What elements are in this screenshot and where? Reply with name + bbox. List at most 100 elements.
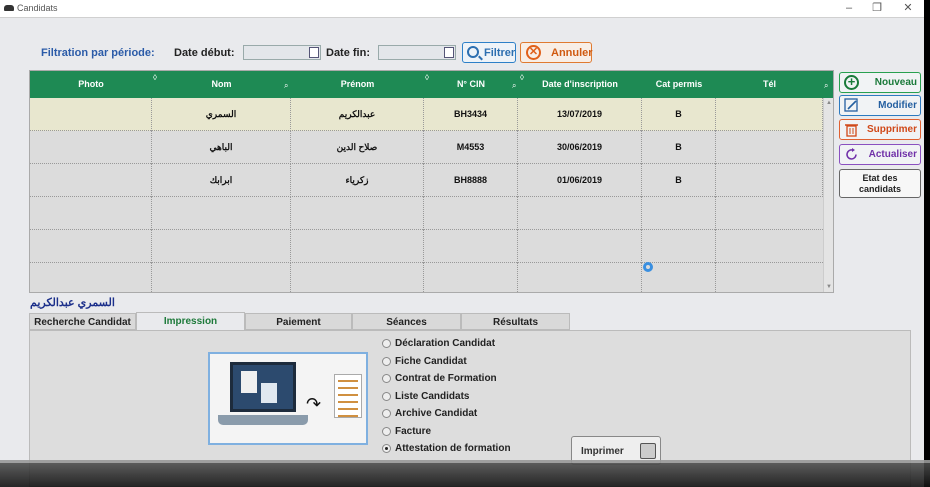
paper-icon	[334, 374, 362, 418]
cell-cin: BH8888	[424, 164, 518, 197]
column-header-cat-permis[interactable]: Cat permis	[642, 71, 716, 98]
table-row[interactable]: ابرابك زكرياء BH8888 01/06/2019 B	[30, 164, 823, 197]
search-icon[interactable]: ⌕	[512, 81, 516, 91]
tab-seances[interactable]: Séances	[352, 313, 461, 330]
cell-prenom: عبدالكريم	[291, 98, 424, 131]
cell-empty	[424, 197, 518, 230]
cell-prenom: صلاح الدين	[291, 131, 424, 164]
calendar-icon[interactable]	[444, 47, 454, 58]
restore-icon[interactable]: ❐	[869, 2, 885, 15]
cell-empty	[424, 263, 518, 292]
table-row-empty[interactable]	[30, 263, 823, 292]
selected-candidate-name: السمري عبدالكريم	[30, 297, 115, 309]
cell-date: 01/06/2019	[518, 164, 642, 197]
cell-cin: M4553	[424, 131, 518, 164]
tab-resultats[interactable]: Résultats	[461, 313, 570, 330]
radio-button[interactable]	[382, 339, 391, 348]
cell-empty	[642, 230, 716, 263]
print-illustration: ↷	[208, 352, 368, 445]
option-label: Liste Candidats	[395, 391, 470, 402]
minimize-icon[interactable]: –	[841, 2, 857, 15]
cell-empty	[424, 230, 518, 263]
plus-icon: +	[844, 75, 859, 90]
filter-period-label: Filtration par période:	[41, 47, 155, 59]
cell-empty	[642, 197, 716, 230]
supprimer-button[interactable]: Supprimer	[839, 119, 921, 140]
column-header-cin[interactable]: N° CIN	[424, 71, 518, 98]
cell-empty	[30, 263, 152, 292]
cell-nom: الباهي	[152, 131, 291, 164]
cell-empty	[518, 230, 642, 263]
filtrer-label: Filtrer	[484, 47, 516, 59]
column-header-photo[interactable]: Photo	[30, 71, 152, 98]
table-row[interactable]: السمري عبدالكريم BH3434 13/07/2019 B	[30, 98, 823, 131]
radio-button[interactable]	[382, 392, 391, 401]
search-icon[interactable]: ⌕	[284, 81, 288, 91]
column-header-prenom[interactable]: Prénom	[291, 71, 424, 98]
radio-button[interactable]	[382, 357, 391, 366]
annuler-label: Annuler	[551, 47, 593, 59]
column-header-date[interactable]: Date d'inscription	[518, 71, 642, 98]
supprimer-label: Supprimer	[866, 124, 917, 135]
filtrer-button[interactable]: Filtrer	[462, 42, 516, 63]
actualiser-label: Actualiser	[868, 149, 917, 160]
search-icon[interactable]: ⌕	[824, 81, 828, 91]
cell-empty	[518, 197, 642, 230]
cell-cat: B	[642, 164, 716, 197]
candidates-table[interactable]: Photo ◊ Nom ⌕ Prénom ◊ N° CIN ⌕ ◊ Date d…	[29, 70, 834, 293]
cell-nom: ابرابك	[152, 164, 291, 197]
radio-button[interactable]	[382, 374, 391, 383]
date-debut-field[interactable]	[243, 45, 321, 60]
radio-button-selected[interactable]	[382, 444, 391, 453]
imprimer-label: Imprimer	[581, 446, 624, 457]
table-row-empty[interactable]	[30, 197, 823, 230]
cell-empty	[30, 230, 152, 263]
table-scrollbar[interactable]: ▲ ▼	[823, 98, 833, 292]
option-label: Archive Candidat	[395, 408, 478, 419]
loading-icon	[643, 262, 653, 272]
cell-nom: السمري	[152, 98, 291, 131]
cell-tel	[716, 131, 823, 164]
cell-empty	[291, 230, 424, 263]
annuler-button[interactable]: ✕ Annuler	[520, 42, 593, 63]
tab-impression[interactable]: Impression	[136, 312, 245, 331]
candidats-window: Candidats – ❐ ✕ Filtration par période: …	[0, 0, 924, 487]
tab-paiement[interactable]: Paiement	[245, 313, 352, 330]
cell-prenom: زكرياء	[291, 164, 424, 197]
option-label: Facture	[395, 426, 432, 437]
cell-empty	[152, 230, 291, 263]
date-fin-label: Date fin:	[326, 47, 370, 59]
date-debut-label: Date début:	[174, 47, 235, 59]
cell-empty	[642, 263, 716, 292]
cell-empty	[291, 263, 424, 292]
document-icon	[241, 371, 257, 393]
calendar-icon[interactable]	[309, 47, 319, 58]
cell-photo	[30, 131, 152, 164]
table-row[interactable]: الباهي صلاح الدين M4553 30/06/2019 B	[30, 131, 823, 164]
tab-recherche-candidat[interactable]: Recherche Candidat	[29, 313, 136, 330]
date-fin-field[interactable]	[378, 45, 456, 60]
radio-button[interactable]	[382, 409, 391, 418]
modifier-button[interactable]: Modifier	[839, 95, 921, 116]
actualiser-button[interactable]: Actualiser	[839, 144, 921, 165]
video-overlay-bar	[0, 460, 930, 487]
scroll-down-icon[interactable]: ▼	[826, 284, 832, 290]
option-label: Attestation de formation	[395, 443, 511, 454]
cell-date: 30/06/2019	[518, 131, 642, 164]
laptop-base	[218, 415, 308, 425]
search-icon	[467, 46, 479, 58]
cell-cin: BH3434	[424, 98, 518, 131]
etat-candidats-button[interactable]: Etat des candidats	[839, 169, 921, 198]
column-header-nom[interactable]: Nom	[152, 71, 291, 98]
app-icon	[4, 5, 14, 11]
nouveau-button[interactable]: + Nouveau	[839, 72, 921, 93]
column-header-tel[interactable]: Tél	[716, 71, 823, 98]
radio-button[interactable]	[382, 427, 391, 436]
close-icon[interactable]: ✕	[900, 2, 916, 15]
option-label: Fiche Candidat	[395, 356, 467, 367]
cell-empty	[518, 263, 642, 292]
cell-photo	[30, 164, 152, 197]
scroll-up-icon[interactable]: ▲	[826, 100, 832, 106]
table-row-empty[interactable]	[30, 230, 823, 263]
arrow-icon: ↷	[306, 394, 322, 414]
